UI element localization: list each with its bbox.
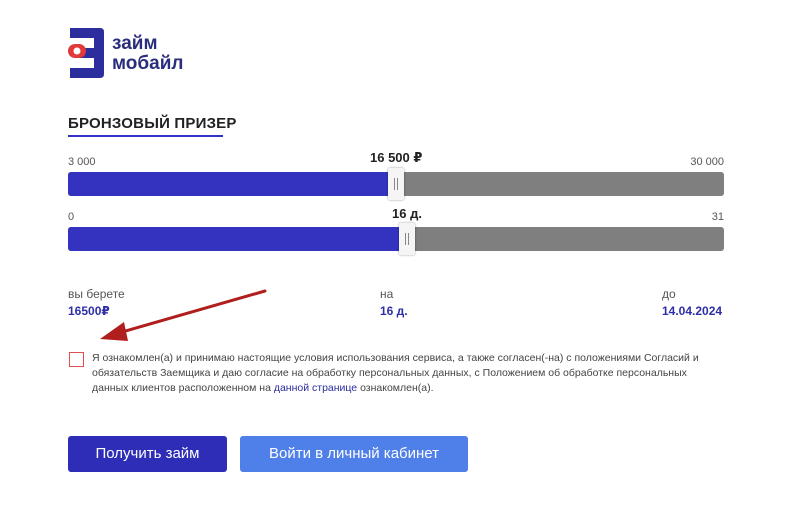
days-max-label: 31 bbox=[711, 211, 724, 223]
days-min-label: 0 bbox=[68, 211, 75, 223]
days-slider[interactable] bbox=[68, 223, 724, 255]
amount-slider-fill bbox=[68, 172, 396, 196]
brand-logo[interactable]: займ мобайл bbox=[66, 24, 216, 84]
consent-link[interactable]: данной странице bbox=[274, 382, 357, 394]
consent-text-after: ознакомлен(а). bbox=[357, 382, 434, 394]
amount-slider[interactable] bbox=[68, 168, 724, 200]
until-label: до bbox=[662, 287, 676, 301]
logo-line-2: мобайл bbox=[112, 53, 184, 74]
until-value: 14.04.2024 bbox=[662, 304, 723, 318]
days-slider-handle[interactable] bbox=[399, 223, 415, 255]
logo-text: займ мобайл bbox=[112, 34, 183, 74]
consent-text: Я ознакомлен(а) и принимаю настоящие усл… bbox=[92, 351, 717, 396]
amount-max-label: 30 000 bbox=[690, 156, 724, 168]
consent-checkbox[interactable] bbox=[69, 352, 84, 367]
term-value: 16 д. bbox=[380, 304, 408, 318]
logo-mark-icon bbox=[68, 28, 104, 78]
amount-min-label: 3 000 bbox=[68, 156, 96, 168]
days-value-label: 16 д. bbox=[392, 206, 422, 221]
take-label: вы берете bbox=[68, 287, 125, 301]
amount-slider-handle[interactable] bbox=[388, 168, 404, 200]
product-title: БРОНЗОВЫЙ ПРИЗЕР bbox=[68, 115, 237, 132]
product-title-underline bbox=[68, 135, 223, 137]
days-slider-fill bbox=[68, 227, 407, 251]
term-label: на bbox=[380, 287, 394, 301]
get-loan-button[interactable]: Получить займ bbox=[68, 436, 227, 472]
amount-value-label: 16 500 ₽ bbox=[370, 150, 423, 165]
take-value: 16500₽ bbox=[68, 304, 110, 318]
login-button[interactable]: Войти в личный кабинет bbox=[240, 436, 468, 472]
logo-line-1: займ bbox=[112, 33, 158, 54]
